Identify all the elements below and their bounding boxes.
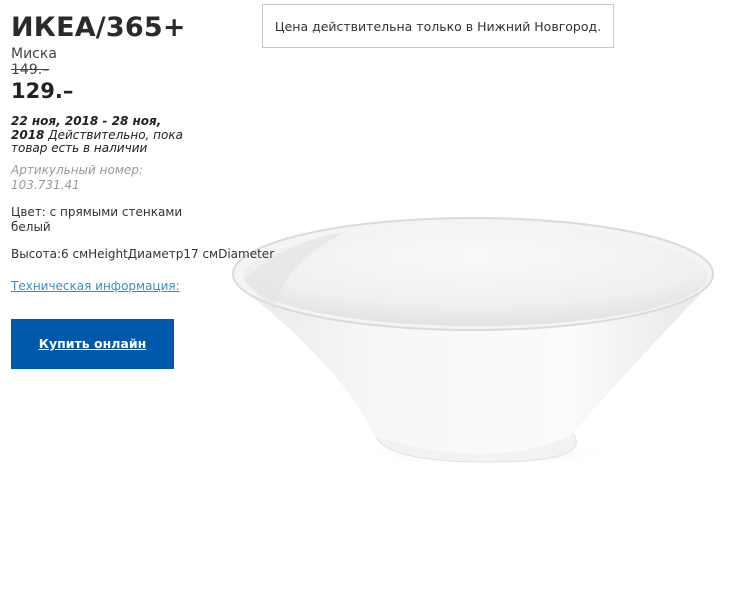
buy-online-button[interactable]: Купить онлайн [11, 318, 174, 369]
article-number: Артикульный номер: 103.731.41 [11, 162, 143, 192]
product-info: ИКЕА/365+ Миска 149.– 129.– 22 ноя, 2018… [11, 12, 311, 369]
current-price: 129.– [11, 79, 74, 103]
price-region-notice: Цена действительна только в Нижний Новго… [262, 4, 614, 48]
old-price: 149.– [11, 62, 50, 78]
product-page: Цена действительна только в Нижний Новго… [0, 0, 751, 600]
product-subtitle: Миска [11, 46, 57, 62]
product-title: ИКЕА/365+ [11, 12, 186, 43]
price-validity: 22 ноя, 2018 - 28 ноя, 2018 Действительн… [11, 114, 186, 156]
technical-info-link[interactable]: Техническая информация: [11, 279, 180, 294]
price-region-notice-text: Цена действительна только в Нижний Новго… [274, 18, 602, 34]
product-color: Цвет: с прямыми стенками белый [11, 204, 183, 234]
product-size: Высота:6 смHeightДиаметр17 смDiameter [11, 246, 275, 261]
